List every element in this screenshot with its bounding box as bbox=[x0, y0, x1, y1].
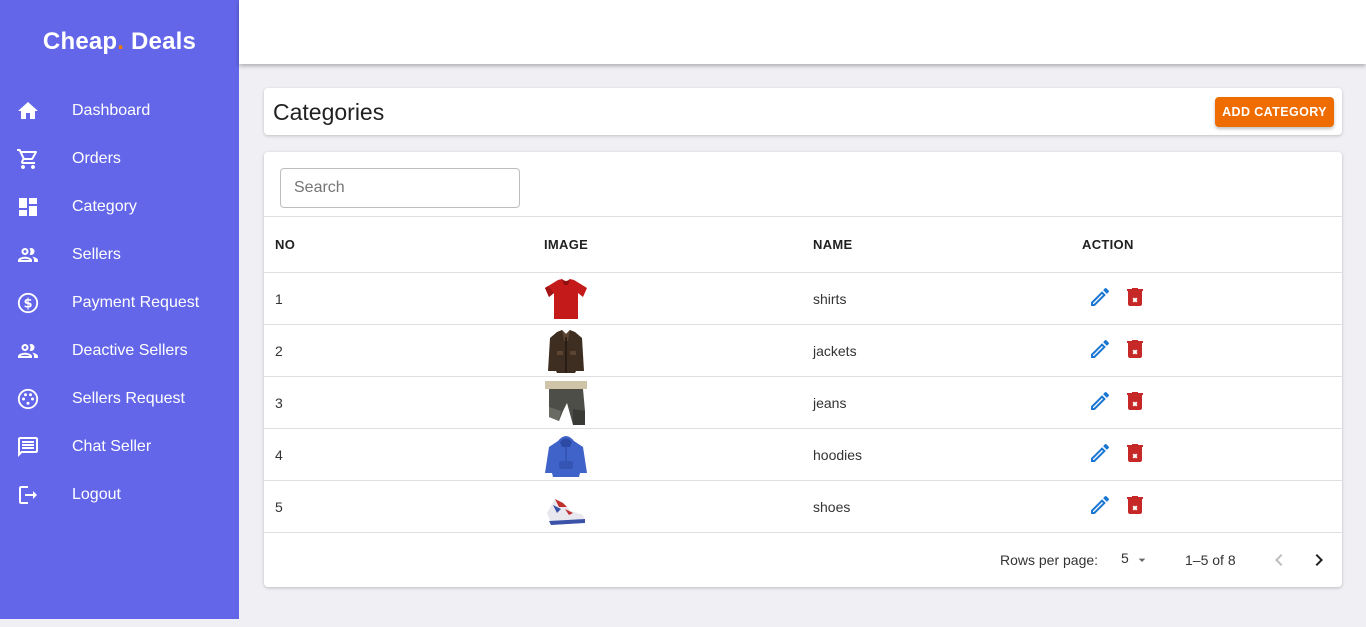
delete-icon[interactable] bbox=[1123, 389, 1147, 413]
cell-no: 1 bbox=[275, 291, 283, 307]
brand-logo[interactable]: Cheap. Deals bbox=[0, 28, 239, 56]
people-icon bbox=[18, 248, 38, 262]
sidebar-item-logout[interactable]: Logout bbox=[0, 475, 239, 515]
sidebar-item-orders[interactable]: Orders bbox=[0, 139, 239, 179]
sidebar: Cheap. Deals Dashboard Orders Category S… bbox=[0, 0, 239, 619]
people-icon bbox=[18, 344, 38, 358]
sidebar-item-dashboard[interactable]: Dashboard bbox=[0, 91, 239, 131]
delete-icon[interactable] bbox=[1123, 441, 1147, 465]
sidebar-item-label: Sellers Request bbox=[72, 390, 185, 407]
cell-name: hoodies bbox=[813, 447, 863, 463]
cart-icon bbox=[17, 149, 38, 169]
edit-icon[interactable] bbox=[1088, 337, 1112, 361]
cell-name: shoes bbox=[813, 499, 851, 515]
cell-no: 5 bbox=[275, 499, 283, 515]
table-row: 3 jeans bbox=[264, 376, 1342, 428]
palette-icon bbox=[17, 388, 39, 410]
sidebar-item-label: Payment Request bbox=[72, 294, 200, 311]
column-header-no: NO bbox=[275, 237, 296, 252]
cell-no: 3 bbox=[275, 395, 283, 411]
table-row: 5 shoes bbox=[264, 480, 1342, 532]
delete-icon[interactable] bbox=[1123, 493, 1147, 517]
page-header: Categories ADD CATEGORY bbox=[264, 88, 1342, 135]
search-input[interactable] bbox=[280, 168, 520, 208]
sidebar-item-sellers-request[interactable]: Sellers Request bbox=[0, 379, 239, 419]
jeans-image bbox=[545, 381, 587, 425]
sidebar-item-payment-request[interactable]: $ Payment Request bbox=[0, 283, 239, 323]
edit-icon[interactable] bbox=[1088, 493, 1112, 517]
sidebar-item-label: Sellers bbox=[72, 246, 121, 263]
sidebar-item-label: Deactive Sellers bbox=[72, 342, 188, 359]
cell-no: 4 bbox=[275, 447, 283, 463]
home-icon bbox=[18, 102, 38, 119]
sidebar-item-label: Orders bbox=[72, 150, 121, 167]
delete-icon[interactable] bbox=[1123, 285, 1147, 309]
cell-no: 2 bbox=[275, 343, 283, 359]
cell-name: shirts bbox=[813, 291, 847, 307]
sidebar-item-category[interactable]: Category bbox=[0, 187, 239, 227]
dollar-circle-icon: $ bbox=[17, 292, 39, 314]
top-app-bar bbox=[239, 0, 1366, 64]
table-row: 1 shirts bbox=[264, 272, 1342, 324]
page-title: Categories bbox=[273, 99, 385, 125]
shoes-image bbox=[547, 499, 585, 525]
sidebar-item-label: Dashboard bbox=[72, 102, 151, 119]
dashboard-grid-icon bbox=[19, 198, 37, 216]
sidebar-item-label: Chat Seller bbox=[72, 438, 152, 455]
sidebar-item-label: Category bbox=[72, 198, 137, 215]
caret-down-icon[interactable] bbox=[1134, 552, 1150, 568]
rows-per-page-label: Rows per page: bbox=[1000, 552, 1099, 568]
divider bbox=[264, 532, 1342, 533]
cell-name: jeans bbox=[813, 395, 847, 411]
rows-per-page-select[interactable]: 5 bbox=[1121, 550, 1129, 566]
column-header-image: IMAGE bbox=[544, 237, 589, 252]
chevron-left-icon[interactable] bbox=[1267, 548, 1291, 572]
chat-icon bbox=[18, 437, 38, 457]
add-category-button[interactable]: ADD CATEGORY bbox=[1215, 97, 1334, 127]
chevron-right-icon[interactable] bbox=[1307, 548, 1331, 572]
divider bbox=[264, 216, 1342, 217]
sidebar-item-chat-seller[interactable]: Chat Seller bbox=[0, 427, 239, 467]
table-row: 2 jackets bbox=[264, 324, 1342, 376]
edit-icon[interactable] bbox=[1088, 389, 1112, 413]
table-row: 4 hoodies bbox=[264, 428, 1342, 480]
edit-icon[interactable] bbox=[1088, 285, 1112, 309]
column-header-name: NAME bbox=[813, 237, 853, 252]
categories-table-card: NO IMAGE NAME ACTION 1 shirts 2 jackets … bbox=[264, 152, 1342, 587]
column-header-action: ACTION bbox=[1082, 237, 1134, 252]
sidebar-item-label: Logout bbox=[72, 486, 121, 503]
pagination-range: 1–5 of 8 bbox=[1185, 552, 1236, 568]
brand-part2: Deals bbox=[124, 28, 197, 55]
sidebar-item-deactive-sellers[interactable]: Deactive Sellers bbox=[0, 331, 239, 371]
shirt-image bbox=[545, 279, 587, 319]
hoodie-image bbox=[545, 436, 587, 477]
jacket-image bbox=[548, 330, 584, 373]
brand-part1: Cheap bbox=[42, 28, 118, 55]
svg-text:$: $ bbox=[23, 297, 32, 312]
cell-name: jackets bbox=[813, 343, 857, 359]
logout-icon bbox=[19, 486, 37, 504]
delete-icon[interactable] bbox=[1123, 337, 1147, 361]
sidebar-item-sellers[interactable]: Sellers bbox=[0, 235, 239, 275]
edit-icon[interactable] bbox=[1088, 441, 1112, 465]
